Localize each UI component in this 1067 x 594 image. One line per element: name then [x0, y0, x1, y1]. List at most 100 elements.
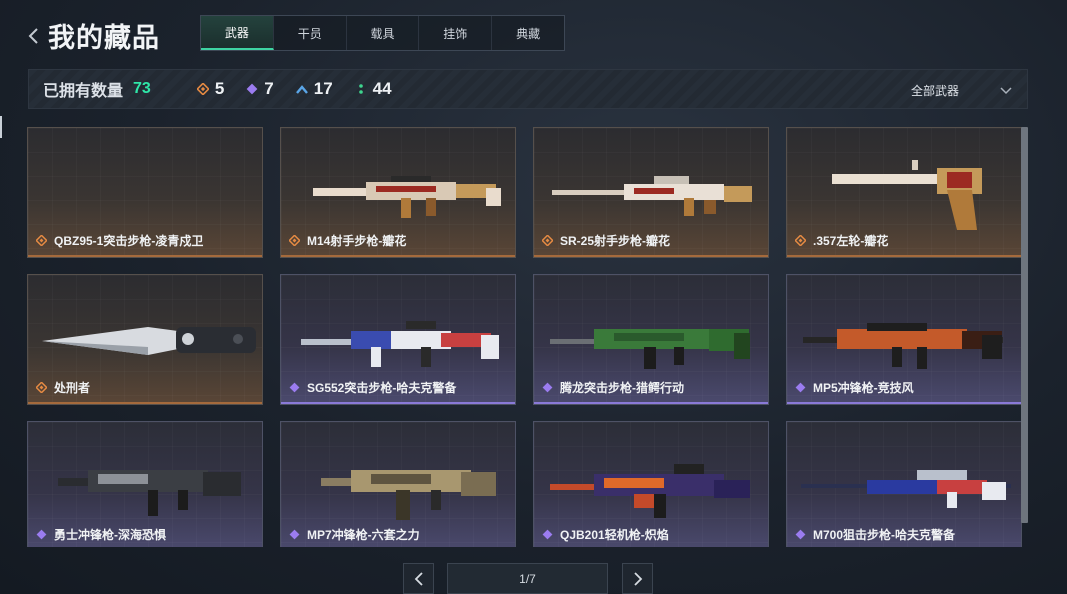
- orange-diamond-icon: [36, 235, 47, 246]
- purple-diamond-icon: [289, 529, 300, 540]
- rarity-count-value: 17: [313, 79, 333, 98]
- rarity-count-green: 44: [355, 79, 392, 99]
- tab-collection[interactable]: 典藏: [492, 16, 564, 50]
- owned-count: 73: [133, 80, 151, 97]
- blue-chevron-icon: [295, 85, 308, 94]
- back-button[interactable]: [26, 22, 44, 50]
- item-name: QBZ95-1突击步枪-凌青戍卫: [36, 232, 203, 249]
- rarity-bar: [28, 255, 262, 257]
- item-card[interactable]: 腾龙突击步枪-猎鳄行动: [533, 274, 769, 405]
- chevron-left-icon: [414, 571, 423, 586]
- next-page-button[interactable]: [622, 563, 653, 594]
- purple-diamond-icon: [542, 382, 553, 393]
- purple-diamond-icon: [246, 83, 258, 95]
- item-name: SG552突击步枪-哈夫克警备: [289, 379, 456, 396]
- rarity-bar: [534, 255, 768, 257]
- rarity-bar: [534, 402, 768, 404]
- rarity-count-purple: 7: [246, 79, 274, 99]
- item-grid: QBZ95-1突击步枪-凌青戍卫 M14射手步枪-瓣花 SR-25射手步枪-瓣花 .3…: [27, 127, 1023, 547]
- orange-diamond-icon: [795, 235, 806, 246]
- weapon-image: [552, 176, 752, 216]
- stats-bar: 已拥有数量 73 5 7 17 44 全部武器: [28, 69, 1028, 109]
- item-name-text: QJB201轻机枪-炽焰: [560, 528, 669, 542]
- purple-diamond-icon: [795, 382, 806, 393]
- item-name-text: QBZ95-1突击步枪-凌青戍卫: [54, 234, 204, 248]
- item-card[interactable]: SG552突击步枪-哈夫克警备: [280, 274, 516, 405]
- item-name-text: 处刑者: [54, 381, 91, 395]
- item-name: MP7冲锋枪-六套之力: [289, 526, 420, 543]
- item-card[interactable]: 处刑者: [27, 274, 263, 405]
- item-card[interactable]: QBZ95-1突击步枪-凌青戍卫: [27, 127, 263, 258]
- weapon-image: [550, 329, 750, 369]
- rarity-count-value: 5: [214, 79, 225, 98]
- tab-weapons[interactable]: 武器: [201, 16, 274, 50]
- left-edge-marker: [0, 116, 3, 138]
- item-name-text: SG552突击步枪-哈夫克警备: [307, 381, 457, 395]
- tab-operators[interactable]: 干员: [274, 16, 347, 50]
- chevron-right-icon: [633, 571, 642, 586]
- orange-diamond-icon: [36, 382, 47, 393]
- item-card[interactable]: 勇士冲锋枪-深海恐惧: [27, 421, 263, 547]
- chevron-down-icon: [1000, 87, 1012, 95]
- item-name: M700狙击步枪-哈夫克警备: [795, 526, 955, 543]
- rarity-bar: [281, 402, 515, 404]
- scrollbar[interactable]: [1021, 127, 1028, 523]
- purple-diamond-icon: [36, 529, 47, 540]
- item-name-text: M14射手步枪-瓣花: [307, 234, 407, 248]
- item-name: SR-25射手步枪-瓣花: [542, 232, 670, 249]
- orange-diamond-icon: [196, 83, 209, 95]
- item-name: .357左轮-瓣花: [795, 232, 888, 249]
- rarity-bar: [787, 402, 1021, 404]
- item-card[interactable]: M14射手步枪-瓣花: [280, 127, 516, 258]
- page-title: 我的藏品: [48, 23, 160, 53]
- weapon-image: [801, 470, 1011, 508]
- item-name-text: MP7冲锋枪-六套之力: [307, 528, 420, 542]
- chevron-left-icon: [28, 28, 38, 44]
- item-card[interactable]: SR-25射手步枪-瓣花: [533, 127, 769, 258]
- filter-label: 全部武器: [910, 83, 959, 98]
- rarity-count-value: 7: [264, 79, 274, 98]
- purple-diamond-icon: [289, 382, 300, 393]
- item-card[interactable]: MP5冲锋枪-竞技风: [786, 274, 1022, 405]
- item-card[interactable]: MP7冲锋枪-六套之力: [280, 421, 516, 547]
- item-name-text: 腾龙突击步枪-猎鳄行动: [560, 381, 684, 395]
- orange-diamond-icon: [542, 235, 553, 246]
- tab-charms[interactable]: 挂饰: [419, 16, 493, 50]
- weapon-image: [832, 160, 982, 230]
- rarity-bar: [28, 402, 262, 404]
- rarity-count-value: 44: [372, 79, 392, 98]
- rarity-count-orange: 5: [196, 79, 225, 99]
- purple-diamond-icon: [795, 529, 806, 540]
- weapon-image: [313, 176, 501, 218]
- item-name: QJB201轻机枪-炽焰: [542, 526, 669, 543]
- item-name-text: M700狙击步枪-哈夫克警备: [813, 528, 956, 542]
- item-name: 处刑者: [36, 379, 90, 396]
- weapon-image: [58, 470, 241, 516]
- weapon-image: [803, 323, 1003, 369]
- item-name: MP5冲锋枪-竞技风: [795, 379, 914, 396]
- item-name: 腾龙突击步枪-猎鳄行动: [542, 379, 684, 396]
- rarity-bar: [787, 255, 1021, 257]
- item-name-text: MP5冲锋枪-竞技风: [813, 381, 914, 395]
- item-card[interactable]: .357左轮-瓣花: [786, 127, 1022, 258]
- prev-page-button[interactable]: [403, 563, 434, 594]
- weapon-image: [42, 327, 256, 355]
- owned-label: 已拥有数量: [43, 83, 124, 100]
- green-dots-icon: [358, 84, 363, 94]
- weapon-image: [550, 464, 750, 518]
- orange-diamond-icon: [289, 235, 300, 246]
- item-name-text: .357左轮-瓣花: [813, 234, 889, 248]
- purple-diamond-icon: [542, 529, 553, 540]
- item-card[interactable]: QJB201轻机枪-炽焰: [533, 421, 769, 547]
- item-card[interactable]: M700狙击步枪-哈夫克警备: [786, 421, 1022, 547]
- item-name-text: SR-25射手步枪-瓣花: [560, 234, 671, 248]
- item-name-text: 勇士冲锋枪-深海恐惧: [54, 528, 166, 542]
- tab-vehicles[interactable]: 载具: [347, 16, 420, 50]
- rarity-count-blue: 17: [295, 79, 333, 99]
- category-tabs: 武器 干员 载具 挂饰 典藏: [200, 15, 565, 51]
- rarity-bar: [281, 255, 515, 257]
- item-name: M14射手步枪-瓣花: [289, 232, 406, 249]
- weapon-image: [301, 321, 499, 367]
- page-indicator: 1/7: [447, 563, 608, 594]
- weapon-filter-dropdown[interactable]: 全部武器: [911, 70, 1013, 110]
